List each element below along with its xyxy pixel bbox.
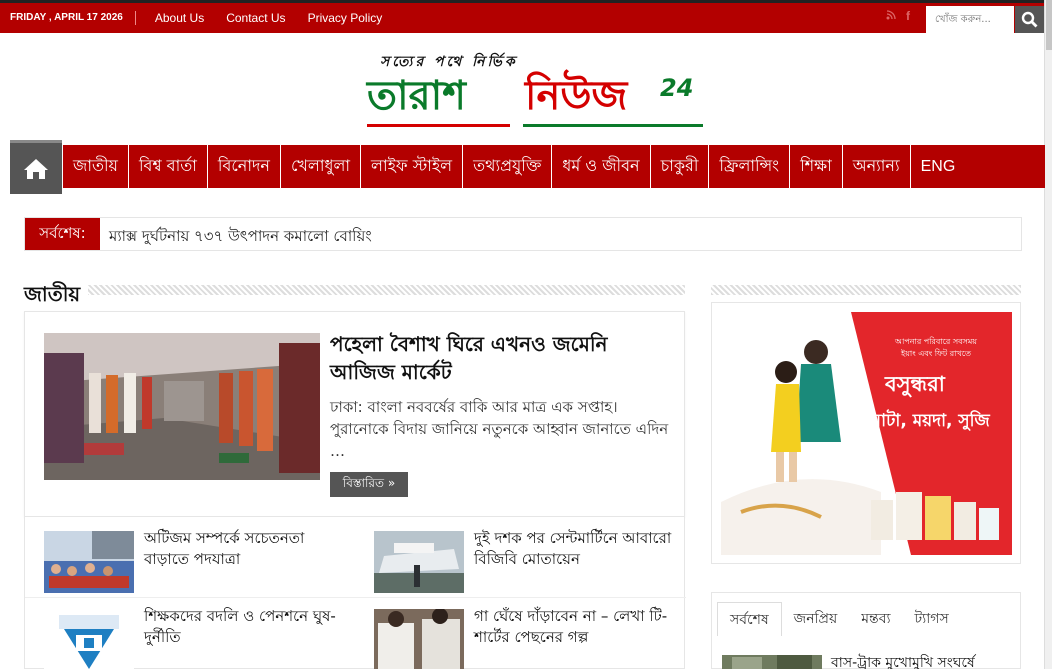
nav-item-lifestyle[interactable]: লাইফ স্টাইল <box>360 145 462 188</box>
tab-comments[interactable]: মন্তব্য <box>849 602 902 636</box>
tab-popular[interactable]: জনপ্রিয় <box>782 602 850 636</box>
nav-item-national[interactable]: জাতীয় <box>62 145 128 188</box>
list-item-title[interactable]: অটিজম সম্পর্কে সচেতনতা বাড়াতে পদযাত্রা <box>144 528 344 570</box>
list-item-title[interactable]: দুই দশক পর সেন্টমার্টিনে আবারো বিজিবি মো… <box>474 528 674 570</box>
nav-item-world[interactable]: বিশ্ব বার্তা <box>127 145 207 188</box>
top-links: About Us Contact Us Privacy Policy <box>144 11 393 25</box>
about-us-link[interactable]: About Us <box>155 11 204 25</box>
list-item[interactable]: দুই দশক পর সেন্টমার্টিনে আবারো বিজিবি মো… <box>355 517 675 593</box>
section-header: জাতীয় <box>24 280 685 313</box>
tab-latest[interactable]: সর্বশেষ <box>717 602 782 636</box>
sidebar-item-title[interactable]: বাস-ট্রাক মুখোমুখি সংঘর্ষে <box>831 651 975 669</box>
article-list: অটিজম সম্পর্কে সচেতনতা বাড়াতে পদযাত্রা … <box>24 517 686 669</box>
logo-word-2: নিউজ <box>525 73 628 119</box>
contact-us-link[interactable]: Contact Us <box>226 11 285 25</box>
featured-image[interactable] <box>44 333 320 480</box>
nav-item-others[interactable]: অন্যান্য <box>841 145 910 188</box>
ad-tagline: আপনার পরিবারে সবসময় ইয়াং এবং ফিট রাখতে <box>894 337 978 358</box>
nav-item-religion[interactable]: ধর্ম ও জীবন <box>551 145 649 188</box>
top-bar: FRIDAY , APRIL 17 2026 About Us Contact … <box>0 0 1044 33</box>
rss-icon[interactable] <box>886 9 896 23</box>
list-item-title[interactable]: গা ঘেঁষে দাঁড়াবেন না – লেখা টি-শার্টের … <box>474 606 674 648</box>
search-icon <box>1021 11 1038 28</box>
logo-number: 24 <box>660 74 694 102</box>
nav-item-sports[interactable]: খেলাধুলা <box>279 145 360 188</box>
featured-title[interactable]: পহেলা বৈশাখ ঘিরে এখনও জমেনি আজিজ মার্কেট <box>330 330 670 386</box>
facebook-icon[interactable]: f <box>906 9 910 23</box>
privacy-policy-link[interactable]: Privacy Policy <box>308 11 383 25</box>
current-date: FRIDAY , APRIL 17 2026 <box>0 11 136 25</box>
site-logo[interactable]: সত্যের পথে নির্ভিক তারাশ নিউজ 24 <box>365 48 710 130</box>
nav-item-tech[interactable]: তথ্যপ্রযুক্তি <box>462 145 551 188</box>
home-button[interactable] <box>10 140 62 194</box>
featured-article: পহেলা বৈশাখ ঘিরে এখনও জমেনি আজিজ মার্কেট… <box>24 311 685 517</box>
nav-item-english[interactable]: ENG <box>909 145 966 188</box>
sidebar-item-image[interactable] <box>722 655 822 669</box>
featured-excerpt: ঢাকা: বাংলা নববর্ষের বাকি আর মাত্র এক সপ… <box>330 398 669 460</box>
nav-item-education[interactable]: শিক্ষা <box>789 145 842 188</box>
home-icon <box>24 158 48 179</box>
nav-item-jobs[interactable]: চাকুরী <box>649 145 709 188</box>
list-item-title[interactable]: শিক্ষকদের বদলি ও পেনশনে ঘুষ-দুর্নীতি <box>144 606 344 648</box>
nav-item-entertainment[interactable]: বিনোদন <box>206 145 280 188</box>
social-icons: f <box>886 9 910 23</box>
search-button[interactable] <box>1015 6 1044 33</box>
sidebar-divider <box>711 285 1021 295</box>
sidebar-tabs: সর্বশেষ জনপ্রিয় মন্তব্য ট্যাগস বাস-ট্রা… <box>711 592 1021 669</box>
breaking-news-label: সর্বশেষ: <box>25 218 100 250</box>
list-item[interactable]: শিক্ষকদের বদলি ও পেনশনে ঘুষ-দুর্নীতি <box>25 595 345 669</box>
main-nav: জাতীয় বিশ্ব বার্তা বিনোদন খেলাধুলা লাইফ… <box>10 140 1045 194</box>
ad-brand: বসুন্ধরা <box>885 372 945 396</box>
breaking-news-text[interactable]: ম্যাক্স দুর্ঘটনায় ৭৩৭ উৎপাদন কমালো বোয়… <box>109 225 372 250</box>
list-item-image[interactable] <box>44 531 134 593</box>
search-input[interactable] <box>926 6 1014 33</box>
breaking-news-ticker: সর্বশেষ: ম্যাক্স দুর্ঘটনায় ৭৩৭ উৎপাদন ক… <box>24 217 1022 251</box>
page-scrollbar[interactable] <box>1044 0 1052 669</box>
tab-tags[interactable]: ট্যাগস <box>903 602 961 636</box>
list-item[interactable]: অটিজম সম্পর্কে সচেতনতা বাড়াতে পদযাত্রা <box>25 517 345 593</box>
list-item-image[interactable] <box>374 609 464 669</box>
list-item-image[interactable] <box>374 531 464 593</box>
nav-item-freelancing[interactable]: ফ্রিলান্সিং <box>708 145 789 188</box>
list-item-image[interactable] <box>44 609 134 669</box>
list-item[interactable]: গা ঘেঁষে দাঁড়াবেন না – লেখা টি-শার্টের … <box>355 595 675 669</box>
section-title[interactable]: জাতীয় <box>24 280 89 313</box>
advertisement-banner[interactable]: আপনার পরিবারে সবসময় ইয়াং এবং ফিট রাখতে… <box>711 302 1021 564</box>
read-more-button[interactable]: বিস্তারিত » <box>330 472 408 497</box>
logo-word-1: তারাশ <box>367 73 466 119</box>
ad-products: আটা, ময়দা, সুজি <box>866 411 990 431</box>
